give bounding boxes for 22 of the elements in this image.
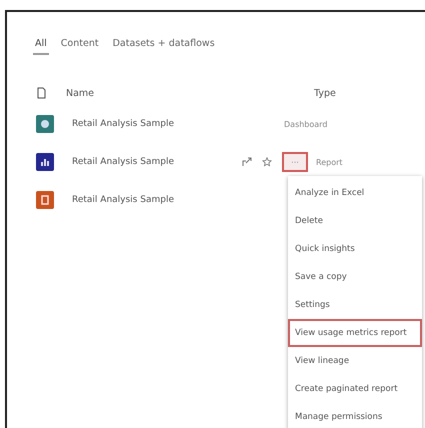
item-name[interactable]: Retail Analysis Sample [72, 119, 242, 129]
menu-item[interactable]: Quick insights [288, 235, 422, 263]
item-name[interactable]: Retail Analysis Sample [72, 195, 242, 205]
tab[interactable]: Content [58, 36, 101, 55]
item-type: Dashboard [284, 120, 328, 128]
menu-item[interactable]: Manage permissions [288, 403, 422, 428]
item-name[interactable]: Retail Analysis Sample [72, 157, 242, 167]
tab[interactable]: Datasets + dataflows [110, 36, 217, 55]
menu-item[interactable]: View lineage [288, 347, 422, 375]
column-header: Type [314, 88, 336, 98]
tab[interactable]: All [33, 36, 49, 55]
column-header: Name [66, 88, 96, 98]
share-icon[interactable] [242, 157, 252, 167]
menu-item[interactable]: Analyze in Excel [288, 179, 422, 207]
file-icon [37, 87, 46, 99]
menu-item[interactable]: Delete [288, 207, 422, 235]
menu-item[interactable]: View usage metrics report [288, 319, 422, 347]
star-icon[interactable] [262, 157, 272, 167]
menu-item[interactable]: Save a copy [288, 263, 422, 291]
item-type: Report [316, 158, 343, 166]
menu-item[interactable]: Settings [288, 291, 422, 319]
menu-item[interactable]: Create paginated report [288, 375, 422, 403]
